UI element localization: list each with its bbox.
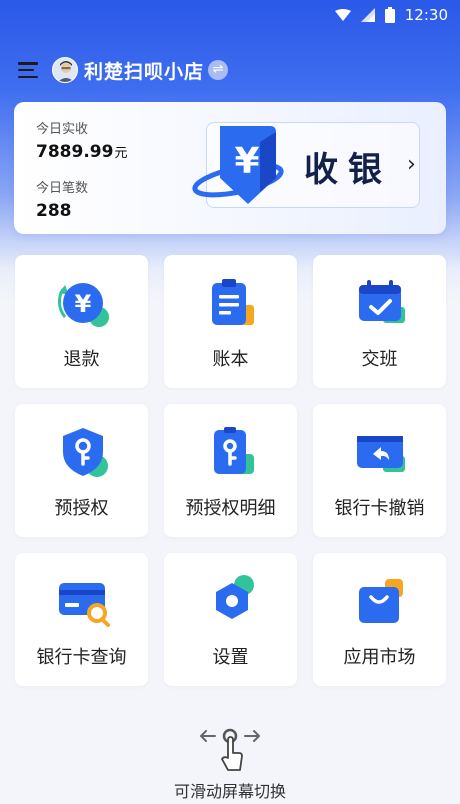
status-bar: 12:30 xyxy=(0,0,460,30)
tile-card-revoke[interactable]: 银行卡撤销 xyxy=(313,404,446,537)
settings-icon xyxy=(216,575,254,619)
refund-icon: ¥ xyxy=(57,283,109,327)
status-time: 12:30 xyxy=(404,6,448,24)
tile-label: 银行卡查询 xyxy=(36,647,127,668)
tile-label: 设置 xyxy=(212,647,249,668)
cashier-label: 收银 xyxy=(304,150,392,190)
signal-icon xyxy=(360,8,375,22)
tile-card-query[interactable]: 银行卡查询 xyxy=(15,553,148,686)
tile-settings[interactable]: 设置 xyxy=(164,553,297,686)
tile-label: 银行卡撤销 xyxy=(334,498,425,519)
card-revoke-icon xyxy=(357,436,405,472)
tile-label: 账本 xyxy=(212,349,249,370)
wifi-icon xyxy=(334,9,351,21)
tile-shift-handover[interactable]: 交班 xyxy=(313,255,446,388)
today-count-value: 288 xyxy=(36,201,72,221)
tile-label: 应用市场 xyxy=(343,647,416,668)
tile-pre-auth-detail[interactable]: 预授权明细 xyxy=(164,404,297,537)
ledger-icon xyxy=(212,279,254,325)
yuan-cashier-icon: ¥ xyxy=(192,126,284,204)
today-income-value: 7889.99元 xyxy=(36,142,127,162)
swipe-hint-text: 可滑动屏幕切换 xyxy=(173,782,286,801)
tile-label: 预授权明细 xyxy=(185,498,276,519)
app-market-icon xyxy=(359,579,403,623)
tile-label: 退款 xyxy=(63,349,100,370)
card-query-icon xyxy=(59,583,110,627)
tile-label: 预授权 xyxy=(54,498,109,519)
store-name[interactable]: 利楚扫呗小店 xyxy=(84,57,204,84)
chevron-right-icon: › xyxy=(407,152,416,177)
summary-card: 今日实收 7889.99元 今日笔数 288 ¥ 收银 › xyxy=(14,102,446,234)
svg-text:¥: ¥ xyxy=(75,290,92,318)
avatar[interactable] xyxy=(52,57,78,83)
shift-handover-icon xyxy=(359,280,405,323)
svg-text:¥: ¥ xyxy=(234,141,259,182)
battery-icon xyxy=(384,7,395,23)
app-header: 利楚扫呗小店 ⇌ xyxy=(0,52,460,88)
menu-icon[interactable] xyxy=(18,62,38,78)
tile-pre-auth[interactable]: 预授权 xyxy=(15,404,148,537)
tile-label: 交班 xyxy=(361,349,398,370)
swipe-hint: 可滑动屏幕切换 xyxy=(0,724,460,802)
pre-auth-icon xyxy=(63,428,108,477)
pre-auth-detail-icon xyxy=(214,427,254,474)
tile-app-market[interactable]: 应用市场 xyxy=(313,553,446,686)
tile-refund[interactable]: ¥ 退款 xyxy=(15,255,148,388)
today-income-unit: 元 xyxy=(114,146,128,161)
today-income-amount: 7889.99 xyxy=(36,142,114,162)
today-count-label: 今日笔数 xyxy=(36,181,89,196)
today-income-label: 今日实收 xyxy=(36,122,89,137)
tile-ledger[interactable]: 账本 xyxy=(164,255,297,388)
switch-icon[interactable]: ⇌ xyxy=(208,60,229,80)
swipe-gesture-icon xyxy=(200,728,260,771)
